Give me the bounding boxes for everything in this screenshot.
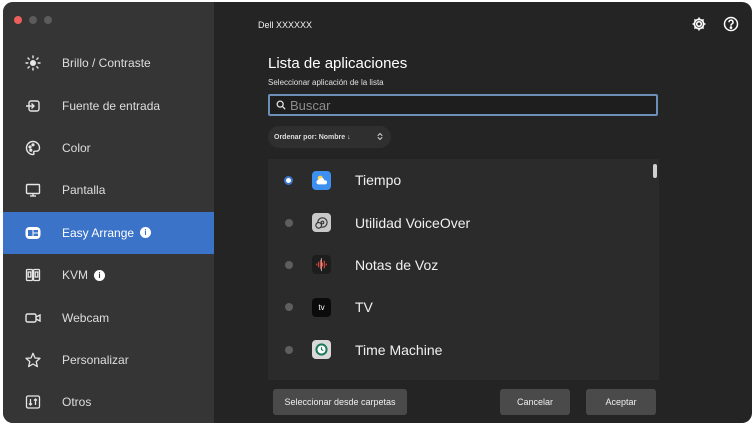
time-machine-icon: [312, 340, 331, 360]
kvm-icon: [23, 265, 43, 285]
sidebar: Brillo / Contraste Fuente de entrada Col…: [3, 2, 214, 423]
sidebar-nav: Brillo / Contraste Fuente de entrada Col…: [3, 42, 214, 423]
app-list: Tiempo Utilidad VoiceOver Notas de Voz t…: [268, 159, 659, 380]
easy-arrange-icon: [23, 223, 43, 243]
main-panel: Dell XXXXXX Lista de aplicaciones Selecc…: [214, 2, 752, 423]
sidebar-item-easy-arrange[interactable]: Easy Arrange i: [3, 211, 214, 254]
input-source-icon: [23, 96, 43, 116]
sidebar-item-webcam[interactable]: Webcam: [3, 296, 214, 338]
top-toolbar: [690, 15, 740, 33]
radio-button[interactable]: [285, 303, 293, 312]
list-item[interactable]: Time Machine: [268, 329, 659, 371]
select-from-folders-button[interactable]: Seleccionar desde carpetas: [273, 389, 407, 415]
brightness-icon: [23, 53, 43, 73]
voice-memos-icon: [312, 255, 331, 275]
page-title: Lista de aplicaciones: [268, 55, 408, 72]
list-item[interactable]: Notas de Voz: [268, 244, 659, 286]
sidebar-item-label: Brillo / Contraste: [62, 56, 151, 71]
list-item[interactable]: Tiempo: [268, 159, 659, 201]
app-name: TV: [355, 299, 373, 316]
list-item[interactable]: Utilidad VoiceOver: [268, 201, 659, 243]
sidebar-item-label: Easy Arrange: [62, 225, 135, 240]
maximize-window-button[interactable]: [44, 16, 52, 24]
sidebar-item-personalize[interactable]: Personalizar: [3, 339, 214, 381]
sidebar-item-label: Color: [62, 140, 91, 155]
app-window: Brillo / Contraste Fuente de entrada Col…: [3, 2, 752, 423]
sidebar-item-label: KVM: [62, 268, 89, 283]
voiceover-utility-icon: [312, 213, 331, 233]
chevron-up-down-icon: [377, 132, 383, 143]
info-icon[interactable]: i: [94, 269, 106, 281]
cancel-button[interactable]: Cancelar: [500, 389, 570, 415]
help-icon[interactable]: [722, 15, 740, 33]
close-window-button[interactable]: [14, 16, 22, 24]
accept-button[interactable]: Aceptar: [586, 389, 656, 415]
sidebar-item-kvm[interactable]: KVM i: [3, 254, 214, 296]
info-icon[interactable]: i: [140, 227, 152, 239]
list-item[interactable]: tv TV: [268, 286, 659, 328]
sidebar-item-brightness-contrast[interactable]: Brillo / Contraste: [3, 42, 214, 84]
star-icon: [23, 350, 43, 370]
sidebar-item-label: Pantalla: [62, 183, 106, 198]
radio-button[interactable]: [285, 260, 293, 269]
display-icon: [23, 180, 43, 200]
sidebar-item-color[interactable]: Color: [3, 127, 214, 169]
sidebar-item-label: Personalizar: [62, 352, 129, 367]
list-scrollbar[interactable]: [653, 164, 657, 178]
apple-tv-icon: tv: [312, 297, 331, 317]
sidebar-item-input-source[interactable]: Fuente de entrada: [3, 84, 214, 126]
sidebar-item-label: Otros: [62, 395, 92, 410]
page-subtitle: Seleccionar aplicación de la lista: [268, 78, 384, 87]
search-input[interactable]: [290, 97, 630, 113]
sidebar-item-label: Webcam: [62, 310, 110, 325]
sort-label: Ordenar por: Nombre ↓: [274, 133, 351, 141]
sidebar-item-display[interactable]: Pantalla: [3, 169, 214, 211]
search-icon: [276, 100, 286, 110]
radio-button[interactable]: [285, 218, 293, 227]
color-palette-icon: [23, 138, 43, 158]
others-icon: [23, 392, 43, 412]
sidebar-item-label: Fuente de entrada: [62, 98, 161, 113]
sort-dropdown[interactable]: Ordenar por: Nombre ↓: [268, 126, 391, 148]
minimize-window-button[interactable]: [29, 16, 37, 24]
app-name: Time Machine: [355, 341, 443, 358]
monitor-name: Dell XXXXXX: [258, 20, 313, 30]
webcam-icon: [23, 308, 43, 328]
app-name: Tiempo: [355, 172, 402, 189]
app-name: Utilidad VoiceOver: [355, 214, 471, 231]
window-controls: [14, 16, 52, 24]
weather-app-icon: [312, 170, 331, 190]
radio-button[interactable]: [284, 175, 293, 185]
settings-gear-icon[interactable]: [690, 15, 708, 33]
radio-button[interactable]: [285, 345, 293, 354]
search-box: [268, 94, 658, 116]
app-name: Notas de Voz: [355, 256, 439, 273]
sidebar-item-others[interactable]: Otros: [3, 381, 214, 423]
